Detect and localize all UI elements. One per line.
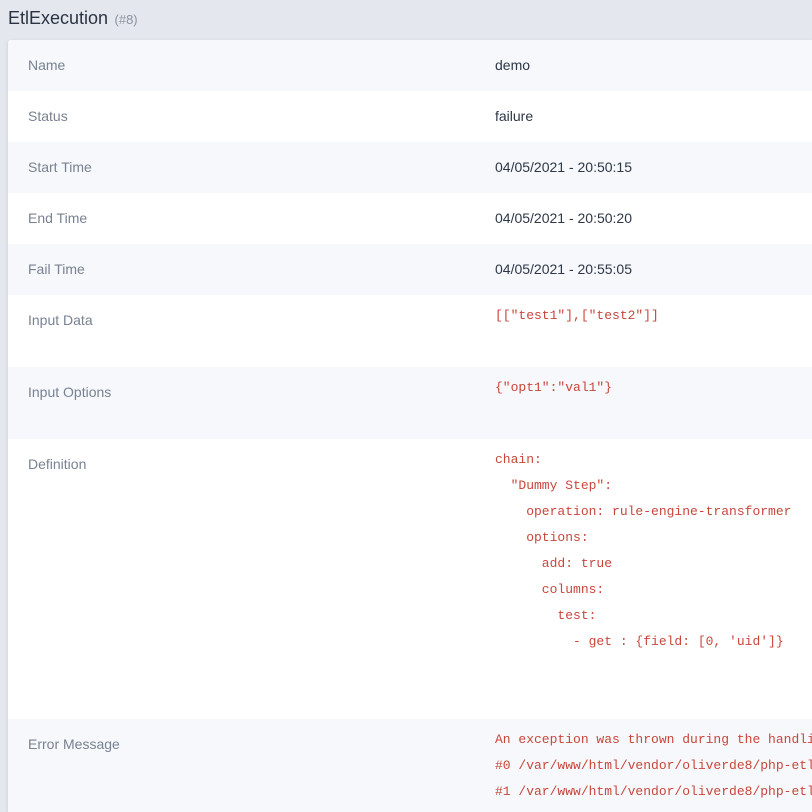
input-data-value: [["test1"],["test2"]] [495,308,659,323]
error-line: An exception was thrown during the handl… [495,732,812,747]
definition-line: - get : {field: [0, 'uid']} [495,634,784,649]
row-input-options: Input Options {"opt1":"val1"} [8,367,812,439]
row-start-time: Start Time 04/05/2021 - 20:50:15 [8,142,812,193]
fail-time-value: 04/05/2021 - 20:55:05 [495,261,633,277]
row-fail-time: Fail Time 04/05/2021 - 20:55:05 [8,244,812,295]
record-id: (#8) [114,12,138,27]
status-label: Status [28,108,68,124]
page-title: EtlExecution [8,8,109,28]
definition-line: add: true [495,556,613,571]
row-definition: Definition chain: "Dummy Step": operatio… [8,439,812,719]
error-message-label: Error Message [28,736,120,752]
row-status: Status failure [8,91,812,142]
start-time-label: Start Time [28,159,92,175]
definition-line: chain: [495,452,542,467]
definition-line: options: [495,530,589,545]
input-data-label: Input Data [28,312,93,328]
definition-line: operation: rule-engine-transformer [495,504,792,519]
error-message-value: An exception was thrown during the handl… [495,727,812,805]
status-value: failure [495,108,534,124]
row-error-message: Error Message An exception was thrown du… [8,719,812,812]
definition-line: test: [495,608,597,623]
name-label: Name [28,57,66,73]
details-card: Name demo Status failure Start Time 04/0… [8,40,812,812]
end-time-value: 04/05/2021 - 20:50:20 [495,210,633,226]
input-options-value: {"opt1":"val1"} [495,380,613,395]
end-time-label: End Time [28,210,88,226]
definition-line: columns: [495,582,605,597]
name-value: demo [495,57,531,73]
page-header: EtlExecution (#8) [8,8,138,32]
fail-time-label: Fail Time [28,261,85,277]
error-line: #0 /var/www/html/vendor/oliverde8/php-et… [495,758,812,773]
row-end-time: End Time 04/05/2021 - 20:50:20 [8,193,812,244]
input-options-label: Input Options [28,384,112,400]
error-line: #1 /var/www/html/vendor/oliverde8/php-et… [495,784,812,799]
definition-value: chain: "Dummy Step": operation: rule-eng… [495,447,791,655]
row-name: Name demo [8,40,812,91]
definition-line: "Dummy Step": [495,478,613,493]
row-input-data: Input Data [["test1"],["test2"]] [8,295,812,367]
start-time-value: 04/05/2021 - 20:50:15 [495,159,633,175]
definition-label: Definition [28,456,87,472]
